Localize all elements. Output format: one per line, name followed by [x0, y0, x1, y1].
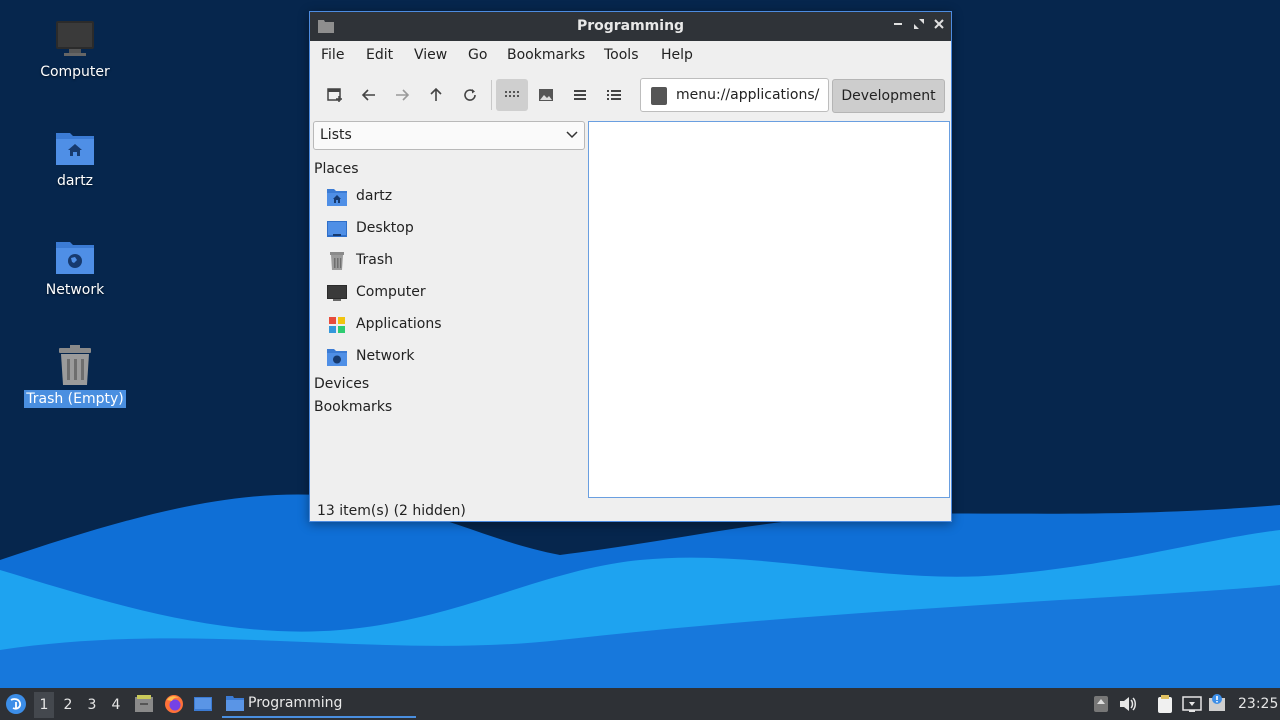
menu-file[interactable]: File — [321, 47, 344, 63]
list-detail-icon — [607, 90, 621, 100]
sidebar-item-label: Network — [356, 348, 415, 364]
desktop-icon-label: Network — [45, 282, 105, 298]
trash-icon — [330, 252, 344, 270]
sidebar-item-label: Trash — [356, 252, 393, 268]
show-desktop-icon[interactable] — [193, 694, 213, 714]
desktop-icon-dartz[interactable]: dartz — [20, 127, 130, 217]
trash-icon — [59, 345, 91, 385]
location-text: menu://applications/ — [676, 87, 820, 103]
section-places[interactable]: Places — [314, 161, 359, 177]
workspace-4[interactable]: 4 — [106, 697, 126, 713]
compact-view-button[interactable] — [564, 79, 596, 111]
workspace-3[interactable]: 3 — [82, 697, 102, 713]
desktop-icon-network[interactable]: Network — [20, 236, 130, 326]
path-button-development[interactable]: Development — [832, 79, 945, 113]
desktop-icon-label: dartz — [56, 173, 94, 189]
tray-updates-icon[interactable] — [1091, 694, 1111, 714]
sidebar-item-trash[interactable]: Trash — [326, 247, 581, 275]
sidebar-item-network[interactable]: Network — [326, 343, 581, 371]
window-title: Programming — [576, 18, 685, 34]
file-manager-window: Programming File Edit View Go Bookmarks … — [309, 11, 952, 522]
menu-help[interactable]: Help — [661, 47, 693, 63]
file-view-area[interactable] — [588, 121, 950, 498]
firefox-icon[interactable] — [164, 694, 184, 714]
forward-button[interactable] — [386, 79, 418, 111]
minimize-button[interactable] — [890, 18, 906, 34]
task-button-programming[interactable]: Programming — [222, 690, 416, 718]
desktop-icon-computer[interactable]: Computer — [20, 18, 130, 108]
new-tab-icon — [327, 88, 342, 102]
notification-icon[interactable] — [1207, 694, 1227, 714]
location-bar[interactable]: menu://applications/ — [640, 78, 829, 112]
network-folder-icon — [327, 349, 347, 366]
new-tab-button[interactable] — [319, 79, 351, 111]
menu-bookmarks[interactable]: Bookmarks — [507, 47, 585, 63]
image-icon — [539, 89, 553, 101]
workspace-2[interactable]: 2 — [58, 697, 78, 713]
section-bookmarks[interactable]: Bookmarks — [314, 399, 392, 415]
sidebar-mode-value: Lists — [320, 127, 352, 143]
menu-tools[interactable]: Tools — [604, 47, 639, 63]
reload-button[interactable] — [454, 79, 486, 111]
clipboard-icon[interactable] — [1155, 694, 1175, 714]
window-titlebar[interactable]: Programming — [310, 12, 951, 41]
desktop-icon-label: Trash (Empty) — [24, 390, 126, 408]
home-folder-icon — [327, 189, 347, 206]
close-icon — [934, 19, 944, 29]
sidebar-item-desktop[interactable]: Desktop — [326, 215, 581, 243]
desktop-icon — [327, 221, 347, 237]
sidebar-item-applications[interactable]: Applications — [326, 311, 581, 339]
minimize-icon — [894, 23, 902, 25]
folder-icon — [226, 696, 244, 711]
maximize-icon — [914, 19, 924, 29]
menubar: File Edit View Go Bookmarks Tools Help — [310, 42, 951, 70]
menu-view[interactable]: View — [414, 47, 447, 63]
list-compact-icon — [574, 90, 586, 100]
sidebar-item-label: dartz — [356, 188, 393, 204]
sidebar-item-dartz[interactable]: dartz — [326, 183, 581, 211]
status-bar: 13 item(s) (2 hidden) — [317, 503, 466, 519]
file-manager-launcher-icon[interactable] — [134, 694, 154, 714]
arrow-up-icon — [430, 87, 442, 101]
toolbar: menu://applications/ Development — [310, 74, 951, 116]
desktop-icon-trash[interactable]: Trash (Empty) — [20, 345, 130, 435]
start-menu-icon[interactable] — [5, 693, 27, 715]
volume-icon[interactable] — [1118, 694, 1138, 714]
maximize-button[interactable] — [911, 18, 927, 34]
menu-go[interactable]: Go — [468, 47, 487, 63]
reload-icon — [464, 89, 476, 101]
network-tray-icon[interactable] — [1182, 694, 1202, 714]
desktop-icon-label: Computer — [40, 64, 110, 80]
computer-icon — [56, 21, 94, 56]
clock[interactable]: 23:25 — [1238, 696, 1278, 712]
close-button[interactable] — [931, 18, 947, 34]
sidebar-item-computer[interactable]: Computer — [326, 279, 581, 307]
network-folder-icon — [56, 242, 94, 274]
home-folder-icon — [56, 133, 94, 165]
toolbar-separator — [491, 80, 492, 110]
detailed-view-button[interactable] — [598, 79, 630, 111]
computer-icon — [327, 285, 347, 301]
arrow-left-icon — [361, 89, 375, 101]
icon-view-button[interactable] — [496, 79, 528, 111]
sidebar-item-label: Computer — [356, 284, 426, 300]
up-button[interactable] — [420, 79, 452, 111]
thumbnail-view-button[interactable] — [530, 79, 562, 111]
workspace-1[interactable]: 1 — [34, 692, 54, 718]
arrow-right-icon — [396, 89, 410, 101]
taskbar: 1 2 3 4 Programming 23:25 — [0, 688, 1280, 720]
chevron-down-icon — [566, 131, 578, 139]
sidebar-item-label: Desktop — [356, 220, 414, 236]
section-devices[interactable]: Devices — [314, 376, 369, 392]
task-label: Programming — [248, 695, 343, 711]
sidebar-item-label: Applications — [356, 316, 442, 332]
location-icon — [651, 87, 667, 105]
applications-icon — [329, 317, 345, 333]
sidebar-mode-select[interactable]: Lists — [313, 121, 585, 150]
back-button[interactable] — [353, 79, 385, 111]
icon-view-icon — [505, 91, 519, 97]
menu-edit[interactable]: Edit — [366, 47, 393, 63]
